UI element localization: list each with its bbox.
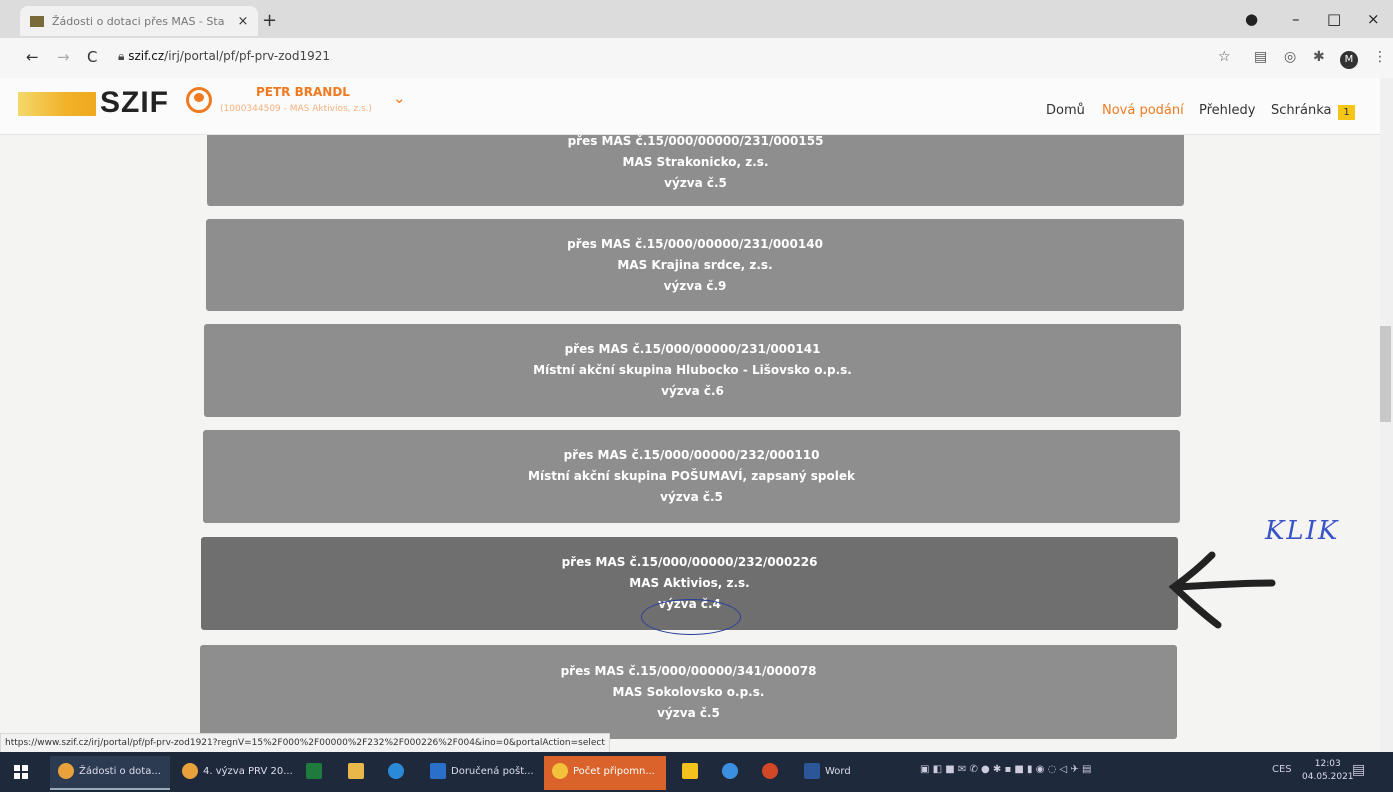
- taskbar-reminders[interactable]: Počet připomn...: [544, 756, 666, 790]
- card-mas-name: MAS Strakonicko, z.s.: [622, 154, 769, 169]
- taskbar-explorer[interactable]: [340, 756, 372, 790]
- bookmark-star-icon[interactable]: ☆: [1218, 49, 1231, 65]
- annotation-arrow-icon: [1168, 551, 1276, 629]
- card-call: výzva č.5: [660, 490, 723, 504]
- record-icon[interactable]: ●: [1245, 10, 1258, 28]
- new-tab-button[interactable]: +: [262, 10, 277, 31]
- extension-icon[interactable]: ◎: [1284, 49, 1296, 65]
- card-registration: přes MAS č.15/000/00000/231/000140: [567, 236, 823, 251]
- clock-date: 04.05.2021: [1302, 772, 1354, 782]
- annotation-klik: KLIK: [1265, 516, 1340, 546]
- taskbar-notes[interactable]: [674, 756, 706, 790]
- forward-icon[interactable]: →: [57, 48, 70, 66]
- nav-home[interactable]: Domů: [1046, 103, 1085, 118]
- tab-strip: Žádosti o dotaci přes MAS - Sta × + ● – …: [0, 0, 1393, 38]
- taskbar-edge[interactable]: [380, 756, 412, 790]
- taskbar-ie[interactable]: [714, 756, 746, 790]
- url-path: /irj/portal/pf/pf-prv-zod1921: [164, 49, 331, 63]
- bell-icon: [552, 763, 568, 779]
- taskbar-label: Žádosti o dota...: [79, 766, 161, 777]
- internet-explorer-icon: [722, 763, 738, 779]
- windows-start-icon[interactable]: [14, 765, 28, 779]
- browser-tab[interactable]: Žádosti o dotaci přes MAS - Sta ×: [20, 6, 258, 36]
- status-url: https://www.szif.cz/irj/portal/pf/pf-prv…: [0, 733, 610, 753]
- address-bar: ← → C 🔒︎ szif.cz/irj/portal/pf/pf-prv-zo…: [0, 38, 1393, 79]
- taskbar-powerpoint[interactable]: [754, 756, 786, 790]
- powerpoint-icon: [762, 763, 778, 779]
- card-mas-name: MAS Aktivios, z.s.: [629, 576, 750, 590]
- taskbar-outlook[interactable]: Doručená pošt...: [422, 756, 540, 790]
- extension-icon[interactable]: ▤: [1254, 49, 1267, 65]
- annotation-circle: [641, 599, 741, 635]
- tab-title: Žádosti o dotaci přes MAS - Sta: [52, 14, 225, 28]
- back-icon[interactable]: ←: [26, 48, 39, 66]
- sticky-notes-icon: [682, 763, 698, 779]
- taskbar-label: 4. výzva PRV 20...: [203, 766, 292, 777]
- profile-avatar[interactable]: M: [1340, 51, 1358, 69]
- szif-logo-stripe: [18, 92, 96, 116]
- mas-card[interactable]: přes MAS č.15/000/00000/341/000078 MAS S…: [200, 645, 1177, 739]
- taskbar-chrome-1[interactable]: Žádosti o dota...: [50, 756, 170, 790]
- site-header: SZIF PETR BRANDL (1000344509 - MAS Aktiv…: [0, 78, 1380, 135]
- nav-inbox[interactable]: Schránka: [1271, 103, 1331, 118]
- szif-logo[interactable]: SZIF: [100, 86, 169, 120]
- taskbar-word[interactable]: Word: [796, 756, 876, 790]
- reload-icon[interactable]: C: [87, 48, 97, 66]
- chrome-icon: [182, 763, 198, 779]
- card-mas-name: Místní akční skupina Hlubocko - Lišovsko…: [533, 363, 852, 377]
- card-mas-name: MAS Krajina srdce, z.s.: [617, 257, 773, 272]
- card-registration: přes MAS č.15/000/00000/231/000141: [564, 342, 821, 356]
- user-icon: [186, 87, 212, 113]
- card-mas-name: MAS Sokolovsko o.p.s.: [612, 684, 765, 699]
- taskbar-label: Počet připomn...: [573, 766, 655, 777]
- chevron-down-icon[interactable]: ⌄: [393, 89, 406, 107]
- tray-icons[interactable]: ▣ ◧ ■ ✉ ✆ ● ✱ ▪ ■ ▮ ◉ ◌ ◁ ✈ ▤: [920, 764, 1091, 775]
- taskbar-label: Word: [825, 766, 851, 777]
- url-field[interactable]: 🔒︎ szif.cz/irj/portal/pf/pf-prv-zod1921: [118, 49, 330, 64]
- maximize-icon[interactable]: □: [1327, 10, 1341, 28]
- notification-icon[interactable]: ▤: [1352, 762, 1365, 778]
- folder-icon: [348, 763, 364, 779]
- taskbar-clock[interactable]: 12:03 04.05.2021: [1302, 758, 1354, 784]
- card-call: výzva č.5: [664, 175, 727, 190]
- card-registration: přes MAS č.15/000/00000/341/000078: [560, 663, 817, 678]
- taskbar-chrome-2[interactable]: 4. výzva PRV 20...: [174, 756, 292, 790]
- url-domain: szif.cz: [128, 49, 165, 63]
- taskbar-excel[interactable]: [298, 756, 330, 790]
- nav-overviews[interactable]: Přehledy: [1199, 103, 1255, 118]
- mas-card[interactable]: přes MAS č.15/000/00000/231/000141 Místn…: [204, 324, 1181, 417]
- chrome-icon: [58, 763, 74, 779]
- tab-close-icon[interactable]: ×: [234, 14, 252, 29]
- outlook-icon: [430, 763, 446, 779]
- card-registration: přes MAS č.15/000/00000/232/000110: [563, 448, 820, 462]
- windows-taskbar: Žádosti o dota... 4. výzva PRV 20... Dor…: [0, 752, 1393, 792]
- card-registration: přes MAS č.15/000/00000/232/000226: [561, 555, 818, 569]
- scrollbar-thumb[interactable]: [1380, 326, 1391, 422]
- menu-icon[interactable]: ⋮: [1373, 49, 1387, 65]
- close-window-icon[interactable]: ×: [1367, 10, 1380, 28]
- word-icon: [804, 763, 820, 779]
- clock-time: 12:03: [1314, 759, 1341, 769]
- card-call: výzva č.6: [661, 384, 724, 398]
- inbox-count-badge: 1: [1338, 105, 1355, 120]
- card-call: výzva č.5: [657, 705, 720, 720]
- mas-card[interactable]: přes MAS č.15/000/00000/231/000140 MAS K…: [206, 219, 1184, 311]
- card-call: výzva č.9: [663, 278, 727, 293]
- user-name[interactable]: PETR BRANDL: [256, 85, 350, 99]
- taskbar-label: Doručená pošt...: [451, 766, 534, 777]
- language-indicator[interactable]: CES: [1272, 764, 1292, 775]
- excel-icon: [306, 763, 322, 779]
- mas-card[interactable]: přes MAS č.15/000/00000/232/000110 Místn…: [203, 430, 1180, 523]
- favicon-icon: [30, 15, 44, 27]
- extensions-puzzle-icon[interactable]: ✱: [1313, 49, 1325, 65]
- minimize-icon[interactable]: –: [1292, 10, 1300, 28]
- user-subtitle: (1000344509 - MAS Aktivios, z.s.): [220, 104, 373, 114]
- card-mas-name: Místní akční skupina POŠUMAVÍ, zapsaný s…: [528, 469, 855, 483]
- edge-icon: [388, 763, 404, 779]
- lock-icon: 🔒︎: [118, 49, 129, 63]
- nav-new-submissions[interactable]: Nová podání: [1102, 103, 1184, 118]
